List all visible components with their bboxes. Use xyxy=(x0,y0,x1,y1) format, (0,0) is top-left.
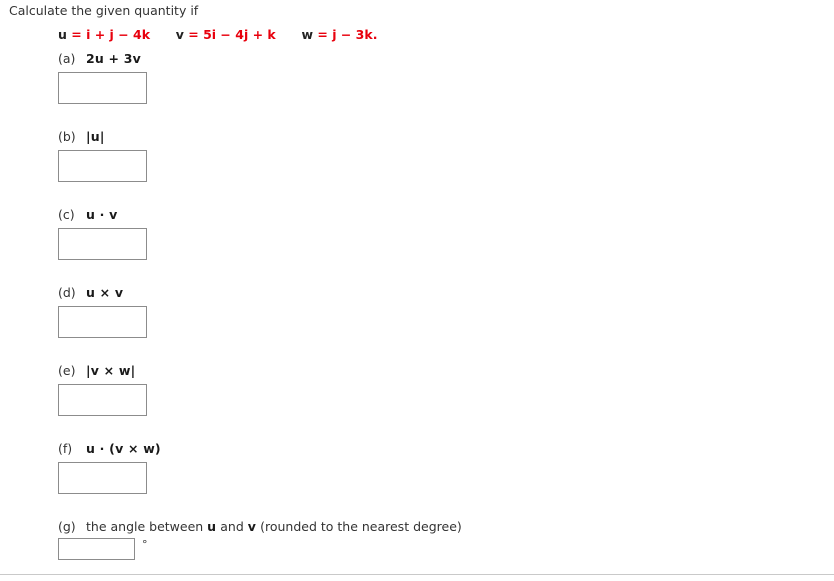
question-item-f: (f) u · (v × w) xyxy=(58,441,161,494)
question-g-var-u: u xyxy=(207,519,217,534)
vector-u-name: u xyxy=(58,27,67,42)
question-e-label: (e) |v × w| xyxy=(58,363,147,379)
vector-v-definition: = 5i − 4j + k xyxy=(188,27,276,42)
given-vectors: u = i + j − 4k v = 5i − 4j + k w = j − 3… xyxy=(58,27,377,42)
sentence-period: . xyxy=(372,27,378,42)
question-c-label: (c) u · v xyxy=(58,207,147,223)
answer-input-e[interactable] xyxy=(58,384,147,416)
question-g-text-after: (rounded to the nearest degree) xyxy=(256,519,462,534)
question-item-g: (g) the angle between u and v (rounded to… xyxy=(58,519,462,560)
question-item-c: (c) u · v xyxy=(58,207,147,260)
question-item-a: (a) 2u + 3v xyxy=(58,51,147,104)
question-item-e: (e) |v × w| xyxy=(58,363,147,416)
bottom-divider xyxy=(0,574,834,575)
answer-input-b[interactable] xyxy=(58,150,147,182)
vector-w-definition: = j − 3k xyxy=(317,27,373,42)
answer-input-c[interactable] xyxy=(58,228,147,260)
question-d-tag: (d) xyxy=(58,285,76,300)
answer-input-g[interactable] xyxy=(58,538,135,560)
question-g-answer-row: ° xyxy=(58,538,462,560)
degree-unit-label: ° xyxy=(142,538,148,551)
vector-v-name: v xyxy=(175,27,184,42)
answer-input-d[interactable] xyxy=(58,306,147,338)
vector-u-definition: = i + j − 4k xyxy=(71,27,151,42)
page-title: Calculate the given quantity if xyxy=(9,3,199,18)
question-e-tag: (e) xyxy=(58,363,76,378)
question-d-label: (d) u × v xyxy=(58,285,147,301)
question-item-b: (b) |u| xyxy=(58,129,147,182)
question-g-var-v: v xyxy=(247,519,257,534)
question-f-label: (f) u · (v × w) xyxy=(58,441,161,457)
question-c-expression: u · v xyxy=(86,207,118,222)
question-a-label: (a) 2u + 3v xyxy=(58,51,147,67)
question-g-text-before: the angle between xyxy=(86,519,208,534)
question-g-tag: (g) xyxy=(58,519,76,534)
question-f-tag: (f) xyxy=(58,441,73,456)
question-f-expression: u · (v × w) xyxy=(86,441,161,456)
vector-w-name: w xyxy=(301,27,314,42)
question-item-d: (d) u × v xyxy=(58,285,147,338)
question-a-tag: (a) xyxy=(58,51,76,66)
question-e-expression: |v × w| xyxy=(86,363,136,378)
question-b-label: (b) |u| xyxy=(58,129,147,145)
question-c-tag: (c) xyxy=(58,207,75,222)
question-g-text-middle: and xyxy=(216,519,248,534)
question-a-expression: 2u + 3v xyxy=(86,51,142,66)
question-g-label: (g) the angle between u and v (rounded to… xyxy=(58,519,462,534)
question-b-expression: |u| xyxy=(86,129,105,144)
answer-input-a[interactable] xyxy=(58,72,147,104)
answer-input-f[interactable] xyxy=(58,462,147,494)
question-d-expression: u × v xyxy=(86,285,124,300)
question-b-tag: (b) xyxy=(58,129,76,144)
